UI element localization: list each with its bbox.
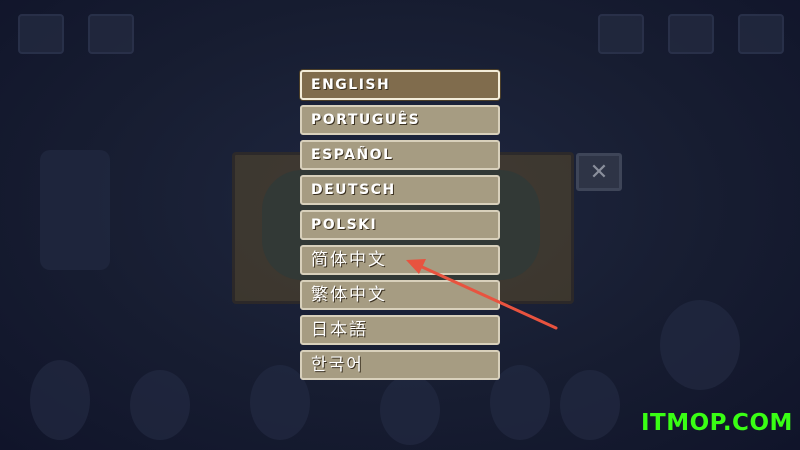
language-option-portugues[interactable]: PORTUGUÊS: [300, 105, 500, 135]
language-option-espanol[interactable]: ESPAÑOL: [300, 140, 500, 170]
language-option-traditional-chinese[interactable]: 繁体中文: [300, 280, 500, 310]
language-option-korean[interactable]: 한국어: [300, 350, 500, 380]
language-option-polski[interactable]: POLSKI: [300, 210, 500, 240]
background-character: [30, 360, 90, 440]
background-gear-icon: [668, 14, 714, 54]
language-option-english[interactable]: ENGLISH: [300, 70, 500, 100]
background-character: [130, 370, 190, 440]
background-exit-icon: [738, 14, 784, 54]
close-button[interactable]: ✕: [576, 153, 622, 191]
language-option-japanese[interactable]: 日本語: [300, 315, 500, 345]
background-book-icon: [88, 14, 134, 54]
background-character: [560, 370, 620, 440]
background-profile-icon: [598, 14, 644, 54]
language-option-simplified-chinese[interactable]: 简体中文: [300, 245, 500, 275]
background-character: [380, 375, 440, 445]
game-screen: ✕ ENGLISH PORTUGUÊS ESPAÑOL DEUTSCH POLS…: [0, 0, 800, 450]
background-character: [40, 150, 110, 270]
background-camera-icon: [18, 14, 64, 54]
close-icon: ✕: [589, 159, 609, 185]
language-option-deutsch[interactable]: DEUTSCH: [300, 175, 500, 205]
watermark-text: ITMOP.COM: [641, 410, 793, 436]
background-character: [660, 300, 740, 390]
